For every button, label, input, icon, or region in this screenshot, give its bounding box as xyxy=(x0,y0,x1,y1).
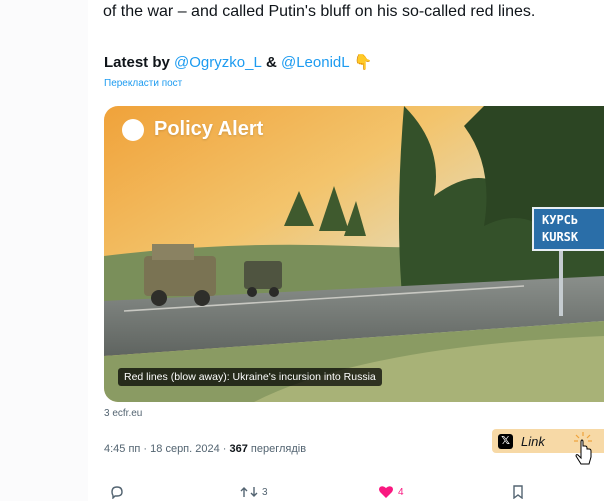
retweet-button[interactable]: 3 xyxy=(240,485,268,499)
reply-button[interactable] xyxy=(110,485,128,499)
card-photo xyxy=(104,106,604,402)
views-label: переглядів xyxy=(247,443,307,455)
road-sign: КУРСЬ KURSK xyxy=(532,207,604,251)
mention-link-ogryzko[interactable]: @Ogryzko_L xyxy=(174,54,262,71)
latest-by-line: Latest by @Ogryzko_L & @LeonidL 👇 xyxy=(104,53,372,71)
like-count: 4 xyxy=(398,486,404,498)
bookmark-button[interactable] xyxy=(512,485,528,499)
tweet-body-text: of the war – and called Putin's bluff on… xyxy=(103,3,536,20)
mention-link-leonidl[interactable]: @LeonidL xyxy=(281,54,350,71)
retweet-count: 3 xyxy=(262,486,268,498)
pointing-down-icon: 👇 xyxy=(353,54,373,71)
reply-icon xyxy=(111,486,123,499)
heart-icon xyxy=(379,486,393,498)
road-sign-line-1: КУРСЬ xyxy=(542,213,579,227)
hand-pointer-cursor-icon xyxy=(574,432,592,465)
bookmark-icon xyxy=(513,485,523,499)
tweet-meta: 4:45 пп · 18 серп. 2024 · 367 переглядів xyxy=(104,443,306,455)
mention-joiner: & xyxy=(261,54,281,71)
retweet-icon xyxy=(240,487,258,497)
link-button-label: Link xyxy=(521,433,545,449)
badge-label: Policy Alert xyxy=(154,118,264,140)
tweet-column: of the war – and called Putin's bluff on… xyxy=(88,0,604,501)
latest-prefix: Latest by xyxy=(104,54,175,71)
views-count: 367 xyxy=(229,443,248,455)
timestamp[interactable]: 4:45 пп · 18 серп. 2024 · xyxy=(104,443,230,455)
card-source-domain[interactable]: 3 ecfr.eu xyxy=(104,408,142,419)
road-sign-line-2: KURSK xyxy=(542,230,579,244)
card-caption: Red lines (blow away): Ukraine's incursi… xyxy=(118,368,382,386)
link-card[interactable]: Policy Alert КУРСЬ KURSK Red lines (blow… xyxy=(104,106,604,402)
policy-alert-badge: Policy Alert xyxy=(122,118,263,141)
translate-post-link[interactable]: Перекласти пост xyxy=(104,78,182,89)
like-button[interactable]: 4 xyxy=(378,485,404,499)
tweet-action-bar: 3 4 xyxy=(0,484,604,501)
badge-dot-icon xyxy=(122,118,144,141)
x-logo-icon: 𝕏 xyxy=(498,433,513,449)
left-gutter xyxy=(0,0,88,501)
